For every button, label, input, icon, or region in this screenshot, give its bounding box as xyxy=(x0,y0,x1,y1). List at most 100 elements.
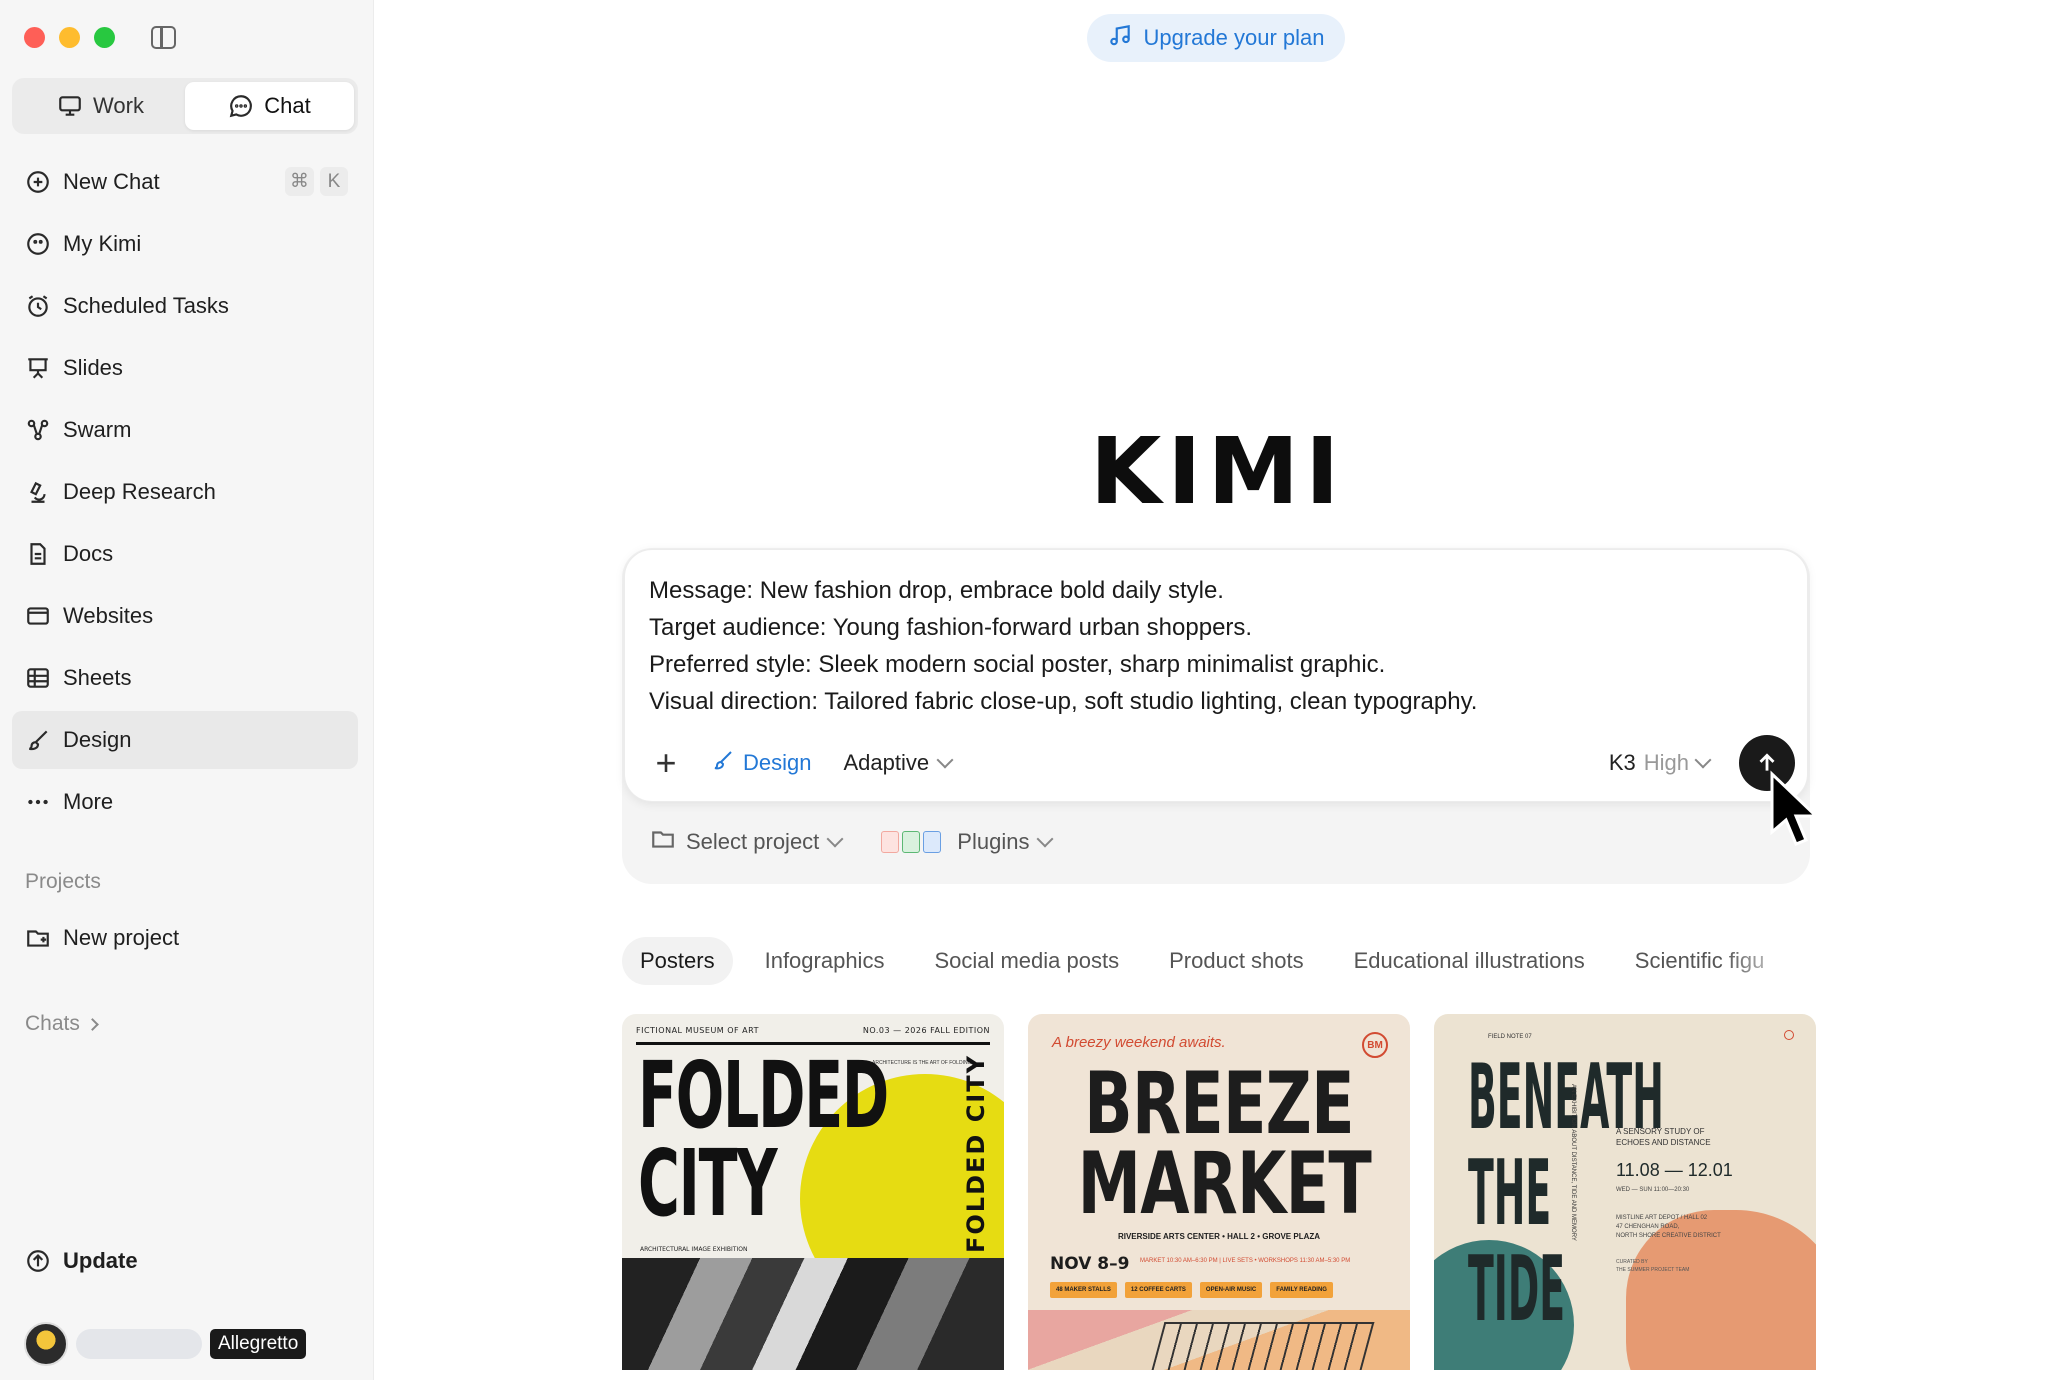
design-chip-label: Design xyxy=(743,750,812,775)
poster-venue: MISTLINE ART DEPOT / HALL 02 47 CHENGHAN… xyxy=(1616,1215,1721,1239)
brush-icon xyxy=(711,748,735,778)
chats-section-toggle[interactable]: Chats xyxy=(25,1012,99,1036)
new-project-label: New project xyxy=(63,925,180,950)
poster-hours: WED — SUN 11:00—20:30 xyxy=(1616,1187,1690,1193)
tab-scientific-figures[interactable]: Scientific figu xyxy=(1617,937,1783,985)
tab-infographics[interactable]: Infographics xyxy=(747,937,903,985)
sidebar-item-label: Slides xyxy=(63,355,123,380)
minimize-window-button[interactable] xyxy=(59,27,80,48)
add-attachment-button[interactable]: + xyxy=(649,742,683,784)
zoom-window-button[interactable] xyxy=(94,27,115,48)
poster-title: BREEZE MARKET xyxy=(1077,1054,1372,1234)
sidebar-item-docs[interactable]: Docs xyxy=(12,525,358,583)
sidebar-item-label: My Kimi xyxy=(63,231,142,256)
poster-info: MARKET 10:30 AM–6:30 PM | LIVE SETS • WO… xyxy=(1140,1258,1351,1264)
poster-intro: A breezy weekend awaits. xyxy=(1052,1034,1226,1051)
tab-product-shots[interactable]: Product shots xyxy=(1151,937,1322,985)
sidebar-item-my-kimi[interactable]: My Kimi xyxy=(12,215,358,273)
doc-file-icon xyxy=(923,831,942,853)
close-window-button[interactable] xyxy=(24,27,45,48)
select-project-dropdown[interactable]: Select project xyxy=(650,826,844,858)
sidebar-item-label: Swarm xyxy=(63,417,132,442)
chevron-down-icon xyxy=(936,751,954,769)
sidebar-toggle-icon[interactable] xyxy=(151,26,176,49)
poster-title: FOLDED CITY xyxy=(638,1042,889,1237)
mode-work-button[interactable]: Work xyxy=(16,82,185,130)
monitor-icon xyxy=(57,93,83,119)
plugins-label: Plugins xyxy=(957,829,1030,854)
adaptive-dropdown[interactable]: Adaptive xyxy=(843,750,954,776)
sidebar-item-websites[interactable]: Websites xyxy=(12,587,358,645)
poster-card-beneath-the-tide[interactable]: FIELD NOTE 07 BENEATH THE TIDE AN EXHIBI… xyxy=(1434,1014,1816,1370)
pdf-file-icon xyxy=(881,831,900,853)
swarm-icon xyxy=(25,417,51,443)
poster-chips: 48 MAKER STALLS 12 COFFEE CARTS OPEN-AIR… xyxy=(1050,1282,1333,1298)
poster-chip: 48 MAKER STALLS xyxy=(1050,1282,1117,1298)
update-button[interactable]: Update xyxy=(25,1248,138,1274)
upgrade-plan-button[interactable]: Upgrade your plan xyxy=(1087,14,1345,62)
poster-venue: RIVERSIDE ARTS CENTER • HALL 2 • GROVE P… xyxy=(1117,1232,1321,1241)
tab-social-media-posts[interactable]: Social media posts xyxy=(916,937,1137,985)
circle-mark-icon xyxy=(1784,1030,1794,1040)
poster-caption: ARCHITECTURAL IMAGE EXHIBITION xyxy=(640,1246,748,1253)
browser-window-icon xyxy=(25,603,51,629)
design-mode-chip[interactable]: Design xyxy=(711,748,811,778)
sidebar-item-label: Design xyxy=(63,727,132,752)
poster-gallery: FICTIONAL MUSEUM OF ART NO.03 — 2026 FAL… xyxy=(622,1014,1816,1370)
keyboard-shortcut: ⌘ K xyxy=(285,167,348,196)
sidebar-item-label: Scheduled Tasks xyxy=(63,293,229,318)
sidebar-item-deep-research[interactable]: Deep Research xyxy=(12,463,358,521)
architecture-photo xyxy=(622,1258,1004,1370)
sidebar-item-slides[interactable]: Slides xyxy=(12,339,358,397)
effort-label: High xyxy=(1643,750,1689,775)
mode-work-label: Work xyxy=(93,93,144,118)
chevron-down-icon xyxy=(826,830,844,848)
k-key: K xyxy=(320,167,348,196)
sidebar-item-label: Sheets xyxy=(63,665,132,690)
model-selector[interactable]: K3 High xyxy=(1609,750,1712,776)
poster-card-breeze-market[interactable]: A breezy weekend awaits. BM BREEZE MARKE… xyxy=(1028,1014,1410,1370)
sidebar-item-label: More xyxy=(63,789,114,814)
table-icon xyxy=(25,665,51,691)
plugins-dropdown[interactable]: Plugins xyxy=(957,829,1054,855)
sidebar-item-sheets[interactable]: Sheets xyxy=(12,649,358,707)
new-chat-icon xyxy=(25,169,51,195)
upgrade-label: Upgrade your plan xyxy=(1143,25,1325,50)
prompt-input[interactable]: Message: New fashion drop, embrace bold … xyxy=(649,572,1769,720)
poster-vertical-text: AN EXHIBITION ABOUT DISTANCE, TIDE AND M… xyxy=(1570,1084,1576,1241)
sidebar-item-more[interactable]: More xyxy=(12,773,358,831)
mode-switch: Work Chat xyxy=(12,78,358,134)
pavilion-illustration xyxy=(1151,1322,1375,1370)
sidebar-item-scheduled-tasks[interactable]: Scheduled Tasks xyxy=(12,277,358,335)
poster-card-folded-city[interactable]: FICTIONAL MUSEUM OF ART NO.03 — 2026 FAL… xyxy=(622,1014,1004,1370)
presentation-icon xyxy=(25,355,51,381)
chevron-down-icon xyxy=(1036,830,1054,848)
avatar xyxy=(24,1322,68,1366)
user-profile[interactable]: Allegretto xyxy=(24,1322,307,1366)
mode-chat-button[interactable]: Chat xyxy=(185,82,354,130)
folder-icon xyxy=(650,826,676,858)
plan-badge: Allegretto xyxy=(210,1329,307,1359)
tab-posters[interactable]: Posters xyxy=(622,937,733,985)
poster-dates: 11.08 — 12.01 xyxy=(1616,1160,1733,1180)
sidebar-item-label: Websites xyxy=(63,603,154,628)
poster-subtitle: A SENSORY STUDY OF ECHOES AND DISTANCE xyxy=(1616,1127,1711,1147)
sidebar-item-new-chat[interactable]: New Chat ⌘ K xyxy=(12,153,358,211)
projects-heading: Projects xyxy=(25,870,101,893)
window-controls xyxy=(24,27,115,48)
sidebar-item-label: New Chat xyxy=(63,169,160,194)
new-project-button[interactable]: New project xyxy=(25,925,179,951)
plugin-file-icons xyxy=(881,831,942,853)
tab-educational-illustrations[interactable]: Educational illustrations xyxy=(1336,937,1603,985)
poster-date: NOV 8–9 xyxy=(1050,1254,1130,1274)
poster-chip: OPEN-AIR MUSIC xyxy=(1199,1282,1263,1298)
update-label: Update xyxy=(63,1248,138,1273)
poster-meta-right: NO.03 — 2026 FALL EDITION xyxy=(862,1026,990,1035)
sidebar-item-design[interactable]: Design xyxy=(12,711,358,769)
face-icon xyxy=(25,231,51,257)
user-name-redacted xyxy=(76,1329,202,1359)
alarm-clock-icon xyxy=(25,293,51,319)
template-category-tabs: Posters Infographics Social media posts … xyxy=(622,936,1802,986)
arrow-up-circle-icon xyxy=(25,1248,51,1274)
sidebar-item-swarm[interactable]: Swarm xyxy=(12,401,358,459)
